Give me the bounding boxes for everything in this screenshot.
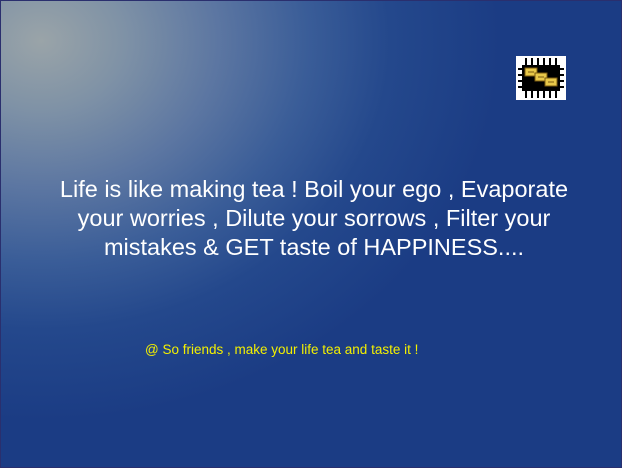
quote-line: your worries , Dilute your sorrows , Fil…	[77, 205, 551, 231]
quote-line: Life is like making tea ! Boil your ego …	[59, 176, 569, 202]
quote-line: mistakes & GET taste of HAPPINESS....	[103, 234, 525, 260]
chip-logo-icon	[516, 56, 566, 100]
slide: Life is like making tea ! Boil your ego …	[0, 0, 622, 468]
quote-text: Life is like making tea ! Boil your ego …	[31, 175, 597, 262]
caption-text: @ So friends , make your life tea and ta…	[145, 342, 419, 357]
